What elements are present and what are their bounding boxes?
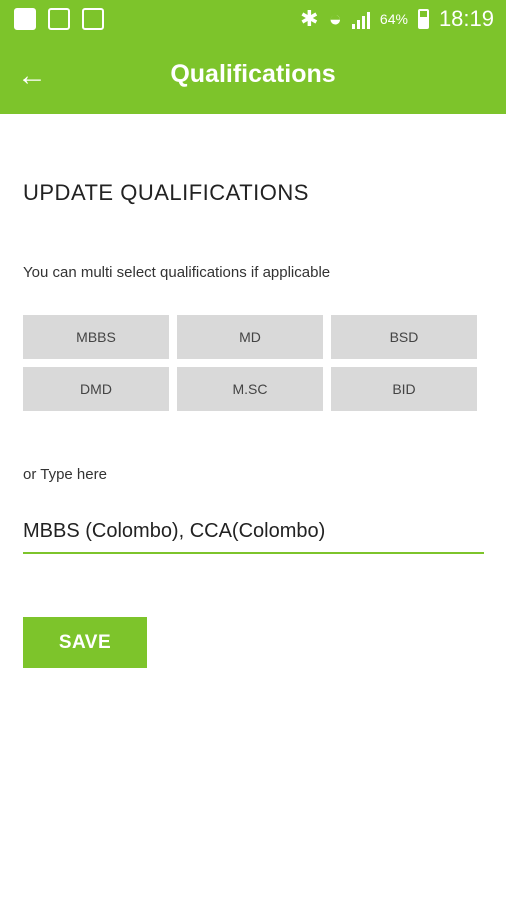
signal-icon (351, 9, 370, 29)
system-icons: ✱ ◒ 64% 18:19 (300, 6, 494, 32)
multi-select-hint: You can multi select qualifications if a… (23, 264, 331, 281)
option-mbbs[interactable]: MBBS (23, 315, 169, 359)
option-bsd[interactable]: BSD (331, 315, 477, 359)
status-bar: ✱ ◒ 64% 18:19 (0, 0, 506, 38)
wifi-icon: ◒ (328, 6, 342, 31)
qualification-options: MBBS MD BSD DMD M.SC BID (23, 315, 477, 411)
option-md[interactable]: MD (177, 315, 323, 359)
page-title: Qualifications (170, 60, 336, 88)
section-heading: UPDATE QUALIFICATIONS (23, 180, 309, 205)
option-bid[interactable]: BID (331, 367, 477, 411)
clock: 18:19 (438, 6, 494, 31)
qualifications-input[interactable] (23, 510, 484, 554)
option-msc[interactable]: M.SC (177, 367, 323, 411)
notification-icons (14, 8, 104, 30)
bluetooth-icon: ✱ (300, 6, 319, 31)
option-dmd[interactable]: DMD (23, 367, 169, 411)
type-here-label: or Type here (23, 466, 107, 483)
app-notification-icon (14, 8, 36, 30)
gallery-notification-icon (48, 8, 70, 30)
battery-percent: 64% (379, 11, 408, 27)
save-button[interactable]: SAVE (23, 617, 147, 668)
file-notification-icon (82, 8, 104, 30)
battery-icon (417, 9, 429, 29)
app-bar: ← Qualifications (0, 38, 506, 114)
